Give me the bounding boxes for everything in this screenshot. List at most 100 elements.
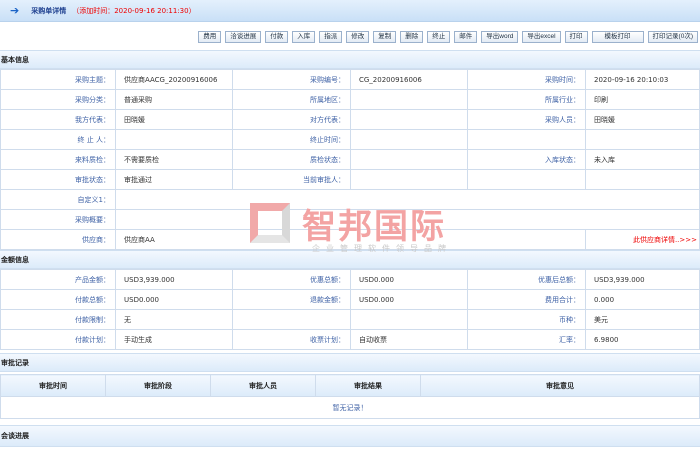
toolbar-button[interactable]: 修改 — [346, 31, 370, 43]
toolbar-button[interactable]: 复制 — [373, 31, 397, 43]
toolbar-button[interactable]: 洽谈进展 — [225, 31, 262, 43]
field-value: USD3,939.000 — [585, 269, 700, 290]
table-row: 采购分类： 普通采购 所属地区： 所属行业： 印刷 — [0, 89, 700, 110]
table-row: 终 止 人： 终止时间： — [0, 129, 700, 150]
field-label — [467, 169, 586, 190]
approval-table: 审批时间 审批阶段 审批人员 审批结果 审批意见 暂无记录！ — [0, 374, 700, 419]
toolbar-button[interactable]: 删除 — [400, 31, 424, 43]
field-value — [585, 169, 700, 190]
field-value — [350, 109, 468, 130]
field-label: 采购人员： — [467, 109, 586, 130]
no-records: 暂无记录！ — [0, 396, 700, 419]
field-label: 终止时间： — [232, 129, 351, 150]
summary-value — [115, 209, 700, 230]
field-value — [350, 309, 468, 330]
table-row: 付款总额： USD0.000 退款金额： USD0.000 费用合计： 0.000 — [0, 289, 700, 310]
field-label: 付款限制： — [0, 309, 116, 330]
toolbar-button[interactable]: 打印 — [564, 31, 588, 43]
field-value: 印刷 — [585, 89, 700, 110]
table-row: 我方代表： 田晓媛 对方代表： 采购人员： 田晓媛 — [0, 109, 700, 130]
field-value: 田晓媛 — [115, 109, 233, 130]
field-value: USD0.000 — [350, 289, 468, 310]
section-progress: 会谈进展 — [0, 425, 700, 447]
field-value — [350, 149, 468, 170]
section-amount-info: 金额信息 — [0, 250, 700, 269]
field-label: 优惠总额： — [232, 269, 351, 290]
basic-info-table: 采购主题： 供应商AACG_20200916006 采购编号： CG_20200916… — [0, 69, 700, 250]
table-row: 审批状态： 审批通过 当前审批人： — [0, 169, 700, 190]
field-label: 优惠后总额： — [467, 269, 586, 290]
toolbar-button[interactable]: 打印记录(0次) — [647, 31, 698, 43]
field-label: 终 止 人： — [0, 129, 116, 150]
field-label: 付款计划： — [0, 329, 116, 350]
field-label: 费用合计： — [467, 289, 586, 310]
field-value: 6.9800 — [585, 329, 700, 350]
field-label: 采购分类： — [0, 89, 116, 110]
field-value — [350, 129, 468, 150]
field-label: 采购时间： — [467, 69, 586, 90]
column-header: 审批时间 — [0, 374, 106, 397]
supplier-value: 供应商AA — [115, 229, 586, 250]
field-value: 2020-09-16 20:10:03 — [585, 69, 700, 90]
field-value: USD3,939.000 — [115, 269, 233, 290]
field-value: 0.000 — [585, 289, 700, 310]
toolbar-button[interactable]: 指派 — [319, 31, 343, 43]
table-row: 付款计划： 手动生成 收票计划： 自动收票 汇率： 6.9800 — [0, 329, 700, 350]
field-label: 采购编号： — [232, 69, 351, 90]
page-title: 采购单详情 — [31, 6, 67, 15]
field-value — [350, 89, 468, 110]
arrow-right-icon: ➔ — [10, 4, 20, 17]
field-value: CG_20200916006 — [350, 69, 468, 90]
field-label: 所属行业： — [467, 89, 586, 110]
section-basic-info: 基本信息 — [0, 50, 700, 69]
toolbar-button[interactable]: 入库 — [292, 31, 316, 43]
label: 供应商： — [0, 229, 116, 250]
toolbar-button[interactable]: 导出excel — [522, 31, 561, 43]
field-value: 美元 — [585, 309, 700, 330]
toolbar-button[interactable]: 模板打印 — [591, 31, 644, 43]
field-label: 我方代表： — [0, 109, 116, 130]
field-value: USD0.000 — [350, 269, 468, 290]
table-row: 产品金额： USD3,939.000 优惠总额： USD0.000 优惠后总额： USD3… — [0, 269, 700, 290]
toolbar-button[interactable]: 费用 — [198, 31, 222, 43]
title-bar: ➔ 采购单详情 （添加时间：2020-09-16 20:11:30） — [0, 0, 700, 22]
field-label: 审批状态： — [0, 169, 116, 190]
column-header: 审批意见 — [420, 374, 700, 397]
toolbar-button[interactable]: 终止 — [427, 31, 451, 43]
field-value: 自动收票 — [350, 329, 468, 350]
field-label: 汇率： — [467, 329, 586, 350]
toolbar-button[interactable]: 付款 — [265, 31, 289, 43]
custom1-value — [115, 189, 700, 210]
field-label: 质检状态： — [232, 149, 351, 170]
toolbar: 费用 洽谈进展 付款 入库 指派 修改 复制 删除 终止 邮件 导出word 导出excel 打印 模板打… — [0, 26, 700, 48]
field-value: 田晓媛 — [585, 109, 700, 130]
field-label: 退款金额： — [232, 289, 351, 310]
field-label: 采购主题： — [0, 69, 116, 90]
field-label — [232, 309, 351, 330]
table-row: 采购主题： 供应商AACG_20200916006 采购编号： CG_20200916… — [0, 69, 700, 90]
supplier-detail-link[interactable]: 此供应商详情..>>> — [585, 229, 700, 250]
field-label: 所属地区： — [232, 89, 351, 110]
field-label: 对方代表： — [232, 109, 351, 130]
toolbar-button[interactable]: 导出word — [481, 31, 519, 43]
field-value: 无 — [115, 309, 233, 330]
amount-info-table: 产品金额： USD3,939.000 优惠总额： USD0.000 优惠后总额： USD3… — [0, 269, 700, 350]
field-label: 来料质检： — [0, 149, 116, 170]
field-label: 币种： — [467, 309, 586, 330]
field-value — [585, 129, 700, 150]
field-value: USD0.000 — [115, 289, 233, 310]
field-label: 当前审批人： — [232, 169, 351, 190]
field-value: 审批通过 — [115, 169, 233, 190]
field-label: 收票计划： — [232, 329, 351, 350]
field-value: 普通采购 — [115, 89, 233, 110]
field-label: 付款总额： — [0, 289, 116, 310]
column-header: 审批阶段 — [105, 374, 211, 397]
field-value: 供应商AACG_20200916006 — [115, 69, 233, 90]
field-value — [350, 169, 468, 190]
field-label: 产品金额： — [0, 269, 116, 290]
label: 自定义1： — [0, 189, 116, 210]
toolbar-button[interactable]: 邮件 — [454, 31, 478, 43]
table-row: 来料质检： 不需要质检 质检状态： 入库状态： 未入库 — [0, 149, 700, 170]
field-value — [115, 129, 233, 150]
section-approval-records: 审批记录 — [0, 353, 700, 372]
